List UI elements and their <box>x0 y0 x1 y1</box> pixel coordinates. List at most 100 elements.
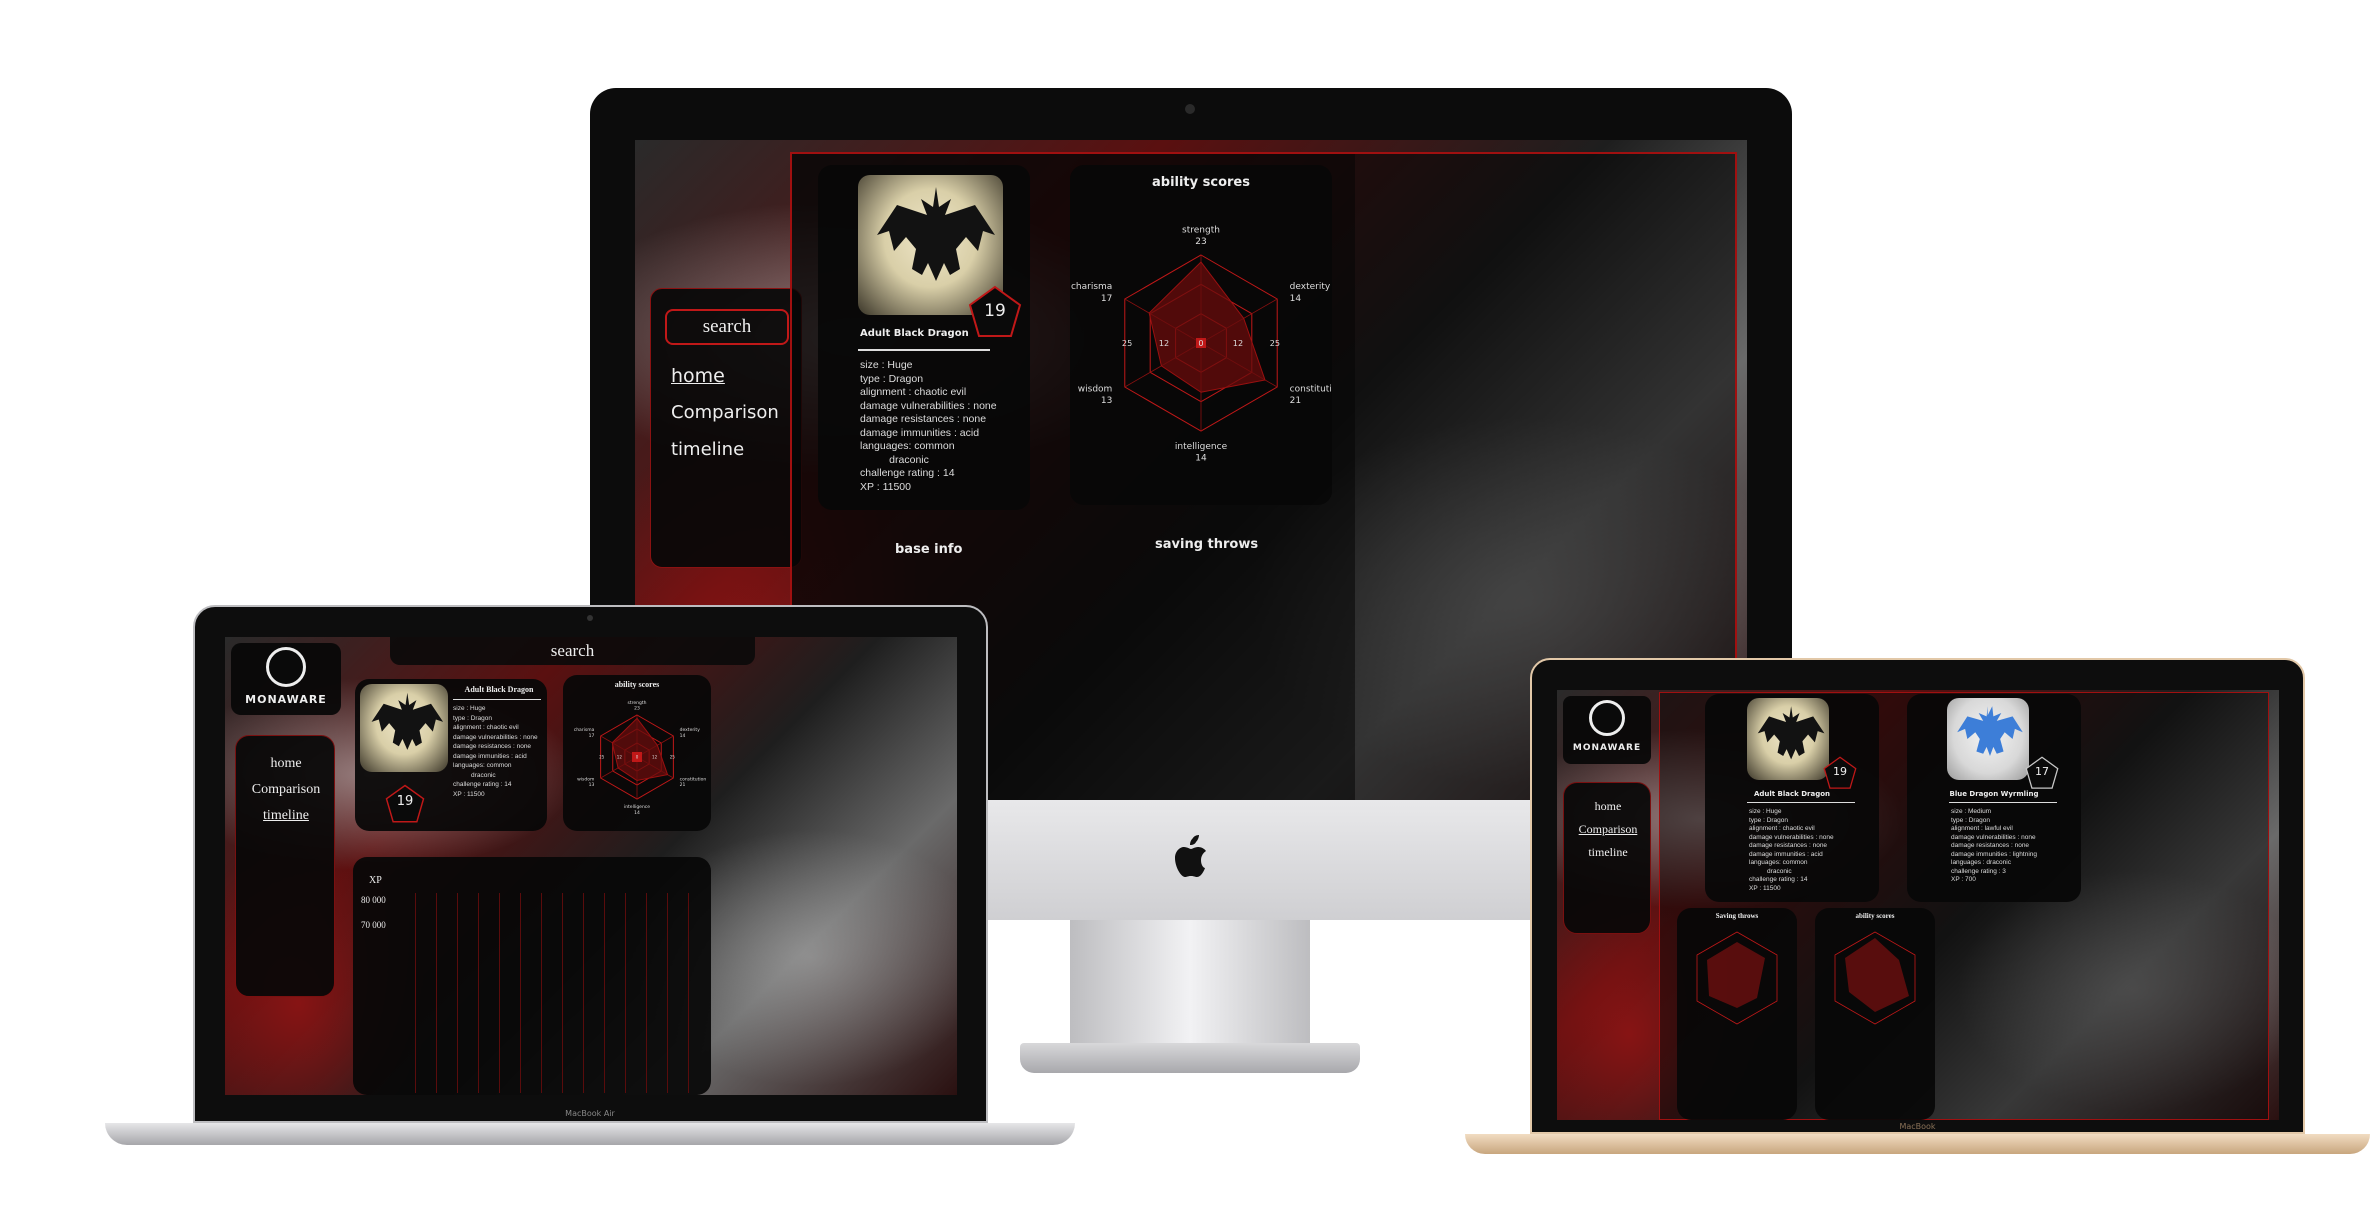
radar-value-label: 14 <box>634 810 640 816</box>
saving-throws-card: Saving throws <box>1677 908 1797 1120</box>
search-bar[interactable]: search <box>390 637 755 665</box>
detail-line: challenge rating : 14 <box>860 467 955 479</box>
nav-comparison-link[interactable]: Comparison <box>1564 822 1652 837</box>
radar-value-label: 14 <box>680 733 686 739</box>
name-divider <box>1747 802 1855 803</box>
detail-line: type : Dragon <box>1951 816 1991 824</box>
detail-line: damage resistances : none <box>453 743 532 750</box>
xp-axis-title: XP <box>369 875 382 886</box>
radar-value-label: 13 <box>589 782 595 788</box>
saving-throws-radar <box>1696 931 1778 1025</box>
xp-tick: 80 000 <box>361 895 386 905</box>
nav-timeline-link[interactable]: timeline <box>236 808 336 824</box>
radar-axis-label: strength <box>1182 226 1220 236</box>
name-divider <box>858 349 990 351</box>
detail-line: alignment : chaotic evil <box>453 724 519 731</box>
rating-value: 19 <box>1833 765 1847 778</box>
brand-logo: MONAWARE <box>231 643 341 715</box>
apple-logo-icon <box>1168 830 1214 886</box>
nav-home-link[interactable]: home <box>671 365 725 387</box>
detail-line: damage resistances : none <box>1749 842 1828 849</box>
side-nav: search home Comparison timeline <box>650 288 802 568</box>
nav-timeline-link[interactable]: timeline <box>671 439 744 460</box>
rating-value: 19 <box>396 794 414 809</box>
ability-scores-card: ability scores 0 12 12 25 25 strength 23 dexter… <box>1070 165 1332 505</box>
detail-line: XP : 11500 <box>453 790 485 798</box>
laptop-screen: MONAWARE home Comparison timeline 19 Adu… <box>1557 690 2279 1120</box>
radar-axis-label: strength <box>628 700 647 706</box>
detail-line: type : Dragon <box>453 714 493 722</box>
name-divider <box>453 699 541 700</box>
nav-timeline-link[interactable]: timeline <box>1564 845 1652 860</box>
monster-name: Adult Black Dragon <box>1753 790 1831 798</box>
detail-line: challenge rating : 3 <box>1951 867 2006 875</box>
monster-details: size : Huge type : Dragon alignment : ch… <box>453 704 538 799</box>
nav-comparison-link[interactable]: Comparison <box>236 782 336 798</box>
laptop-base <box>1465 1134 2370 1154</box>
xp-gridline <box>457 893 458 1093</box>
ability-scores-mini-card: ability scores <box>1815 908 1935 1120</box>
nav-comparison-link[interactable]: Comparison <box>671 402 779 423</box>
rating-pentagon: 17 <box>2025 756 2059 790</box>
detail-line: alignment : lawful evil <box>1951 825 2013 832</box>
detail-line: XP : 11500 <box>860 480 911 493</box>
nav-home-link[interactable]: home <box>236 756 336 772</box>
radar-value-label: 23 <box>634 706 640 712</box>
detail-line: damage vulnerabilities : none <box>860 399 997 412</box>
detail-line: damage immunities : acid <box>1749 850 1823 858</box>
radar-value-label: 17 <box>589 733 595 739</box>
monster-name: Adult Black Dragon <box>464 685 534 694</box>
detail-line: XP : 700 <box>1951 876 1976 883</box>
rating-value: 17 <box>2035 765 2049 778</box>
imac-stand <box>1070 920 1310 1050</box>
radar-ring-label: 25 <box>599 755 605 760</box>
detail-line: damage resistances : none <box>1951 842 2030 849</box>
xp-gridline <box>583 893 584 1093</box>
monster-name: Blue Dragon Wyrmling <box>1949 790 2039 798</box>
radar-axis-label: constitution <box>680 776 707 782</box>
monster-card: 19 Adult Black Dragon size : Huge type :… <box>355 679 547 831</box>
monster-details: size : Huge type : Dragon alignment : ch… <box>1749 808 1834 893</box>
search-button[interactable]: search <box>665 309 789 345</box>
radar-value-label: 17 <box>1101 294 1112 304</box>
xp-gridline <box>562 893 563 1093</box>
detail-line: languages : draconic <box>1951 859 2011 866</box>
xp-gridline <box>436 893 437 1093</box>
base-info-heading: base info <box>895 542 963 557</box>
side-nav: home Comparison timeline <box>1563 782 1651 934</box>
xp-gridline <box>646 893 647 1093</box>
radar-ring-label: 12 <box>1159 338 1169 348</box>
detail-line: challenge rating : 14 <box>1749 876 1808 883</box>
name-divider <box>1949 802 2057 803</box>
xp-gridline <box>478 893 479 1093</box>
xp-gridline <box>520 893 521 1093</box>
radar-ring-label: 12 <box>1233 338 1243 348</box>
laptop-label: MacBook Air <box>565 1109 615 1118</box>
dragon-portrait <box>1747 698 1829 780</box>
monster-card: 19 Adult Black Dragon size : Huge type :… <box>818 165 1030 510</box>
dragon-logo-icon <box>266 647 306 687</box>
detail-line: size : Huge <box>860 359 913 371</box>
xp-gridline <box>499 893 500 1093</box>
xp-gridline <box>415 893 416 1093</box>
detail-line: size : Medium <box>1951 808 1992 815</box>
xp-gridline <box>667 893 668 1093</box>
macbook-gold: MONAWARE home Comparison timeline 19 Adu… <box>1465 658 2370 1173</box>
radar-axis-label: wisdom <box>1078 385 1113 395</box>
detail-line: languages: common <box>453 762 512 769</box>
radar-axis-label: intelligence <box>1175 442 1228 452</box>
brand-name: MONAWARE <box>1572 743 1642 753</box>
nav-home-link[interactable]: home <box>1564 799 1652 814</box>
laptop-screen: MONAWARE search home Comparison timeline… <box>225 637 957 1095</box>
brand-name: MONAWARE <box>245 693 327 706</box>
radar-axis-label: dexterity <box>680 727 701 733</box>
xp-gridline <box>625 893 626 1093</box>
radar-axis-label: intelligence <box>624 804 650 810</box>
radar-value-label: 14 <box>1290 294 1302 304</box>
rating-pentagon: 19 <box>385 784 425 824</box>
detail-line: damage immunities : acid <box>860 426 980 439</box>
radar-axis-label: wisdom <box>577 776 594 782</box>
blue-dragon-portrait <box>1947 698 2029 780</box>
xp-gridline <box>541 893 542 1093</box>
radar-value-label: 14 <box>1195 454 1207 464</box>
